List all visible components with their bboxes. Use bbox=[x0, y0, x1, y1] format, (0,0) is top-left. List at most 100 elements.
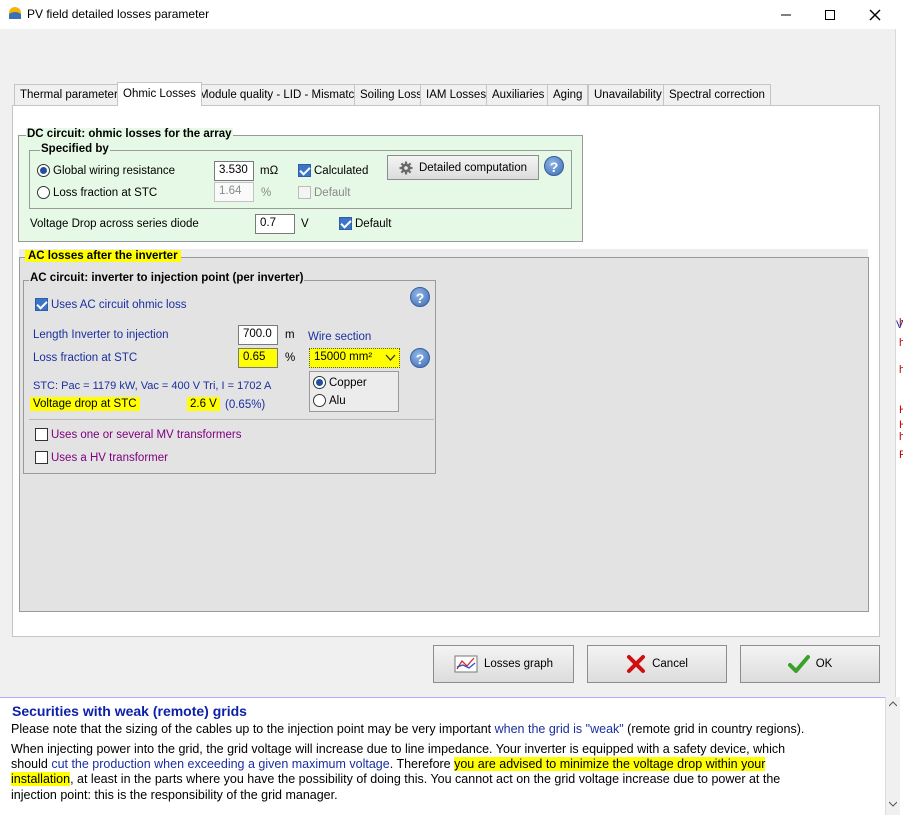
strip-text: H bbox=[899, 404, 903, 416]
wire-section-select[interactable]: 15000 mm² bbox=[309, 348, 400, 368]
detailed-computation-label: Detailed computation bbox=[418, 161, 528, 174]
info-paragraph-1: Please note that the sizing of the cable… bbox=[11, 722, 804, 737]
voltage-drop-percent: (0.65%) bbox=[225, 399, 266, 411]
info-paragraph-2-line-2: should cut the production when exceeding… bbox=[11, 757, 766, 772]
losses-graph-button[interactable]: Losses graph bbox=[433, 645, 574, 683]
info-text: . Therefore bbox=[389, 757, 455, 771]
scroll-up-icon bbox=[889, 701, 897, 707]
voltage-drop-label: Voltage drop at STC bbox=[30, 397, 140, 411]
strip-text: h bbox=[899, 337, 903, 349]
losses-graph-label: Losses graph bbox=[483, 658, 554, 670]
gear-icon bbox=[399, 161, 413, 174]
ac-loss-fraction-unit: % bbox=[285, 352, 296, 364]
tab-spectral-correction[interactable]: Spectral correction bbox=[663, 84, 771, 105]
info-text: Please note that the sizing of the cable… bbox=[11, 722, 495, 736]
wire-section-label: Wire section bbox=[308, 331, 372, 343]
help-icon[interactable]: ? bbox=[410, 287, 430, 307]
close-button[interactable] bbox=[852, 0, 898, 29]
copper-radio[interactable] bbox=[313, 376, 326, 389]
diode-label: Voltage Drop across series diode bbox=[30, 218, 199, 230]
wire-section-value: 15000 mm² bbox=[314, 351, 373, 363]
info-text: should bbox=[11, 757, 52, 771]
length-field[interactable]: 700.0 bbox=[238, 325, 278, 345]
chart-icon bbox=[454, 655, 478, 673]
length-unit: m bbox=[285, 329, 295, 341]
info-highlight-text: you are advised to minimize the voltage … bbox=[454, 757, 766, 771]
loss-fraction-radio[interactable] bbox=[37, 186, 50, 199]
strip-text: H bbox=[899, 419, 903, 431]
default-label: Default bbox=[314, 187, 351, 199]
calculated-checkbox[interactable] bbox=[298, 164, 311, 177]
info-text: , at least in the parts where you have t… bbox=[70, 772, 781, 786]
info-link-text: when the grid is "weak" bbox=[494, 722, 624, 736]
uses-ac-label: Uses AC circuit ohmic loss bbox=[51, 299, 187, 311]
alu-label: Alu bbox=[329, 395, 346, 407]
tab-soiling-loss[interactable]: Soiling Loss bbox=[354, 84, 429, 105]
help-icon[interactable]: ? bbox=[544, 156, 564, 176]
info-highlight-text: installation bbox=[11, 772, 71, 786]
dc-group-title: DC circuit: ohmic losses for the array bbox=[26, 128, 233, 140]
tab-thermal-parameter[interactable]: Thermal parameter bbox=[14, 84, 124, 105]
default-checkbox[interactable] bbox=[298, 186, 311, 199]
stc-summary: STC: Pac = 1179 kW, Vac = 400 V Tri, I =… bbox=[33, 380, 272, 392]
strip-text: V bbox=[896, 319, 903, 331]
window-title: PV field detailed losses parameter bbox=[27, 7, 210, 21]
global-wiring-field[interactable]: 3.530 bbox=[214, 161, 254, 181]
calculated-label: Calculated bbox=[314, 165, 369, 177]
info-link-text: cut the production when exceeding a give… bbox=[51, 757, 390, 771]
close-icon bbox=[869, 9, 881, 20]
voltage-drop-value: 2.6 V bbox=[187, 397, 220, 411]
global-wiring-radio[interactable] bbox=[37, 164, 50, 177]
tab-unavailability[interactable]: Unavailability bbox=[588, 84, 668, 105]
info-text: (remote grid in country regions). bbox=[623, 722, 805, 736]
ac-loss-fraction-label: Loss fraction at STC bbox=[33, 352, 138, 364]
tab-module-quality[interactable]: Module quality - LID - Mismatch bbox=[193, 84, 367, 105]
mv-transformer-checkbox[interactable] bbox=[35, 428, 48, 441]
diode-default-label: Default bbox=[355, 218, 392, 230]
loss-fraction-label: Loss fraction at STC bbox=[53, 187, 158, 199]
strip-text: h bbox=[899, 364, 903, 376]
chevron-down-icon bbox=[385, 354, 396, 361]
uses-ac-checkbox[interactable] bbox=[35, 298, 48, 311]
strip-text: F bbox=[899, 449, 903, 461]
title-bar: PV field detailed losses parameter bbox=[0, 0, 903, 29]
info-paragraph-2-line-3: installation, at least in the parts wher… bbox=[11, 772, 780, 787]
ac-loss-fraction-field[interactable]: 0.65 bbox=[238, 348, 278, 368]
info-title: Securities with weak (remote) grids bbox=[12, 703, 247, 719]
alu-radio[interactable] bbox=[313, 394, 326, 407]
info-paragraph-2-line-1: When injecting power into the grid, the … bbox=[11, 742, 786, 756]
maximize-button[interactable] bbox=[807, 0, 853, 29]
global-wiring-unit: mΩ bbox=[260, 165, 279, 177]
specified-by-title: Specified by bbox=[40, 143, 110, 155]
hv-transformer-checkbox[interactable] bbox=[35, 451, 48, 464]
app-icon bbox=[8, 6, 22, 20]
ac-group-title: AC losses after the inverter bbox=[25, 250, 181, 262]
loss-fraction-unit: % bbox=[261, 187, 272, 199]
global-wiring-label: Global wiring resistance bbox=[53, 165, 176, 177]
cancel-label: Cancel bbox=[652, 658, 688, 670]
tab-ohmic-losses[interactable]: Ohmic Losses bbox=[117, 82, 202, 106]
info-paragraph-2-line-4: injection point: this is the responsibil… bbox=[11, 788, 338, 802]
cancel-button[interactable]: Cancel bbox=[587, 645, 727, 683]
hv-transformer-label: Uses a HV transformer bbox=[51, 452, 168, 464]
ac-circuit-title: AC circuit: inverter to injection point … bbox=[29, 272, 305, 284]
length-label: Length Inverter to injection bbox=[33, 329, 169, 341]
tab-auxiliaries[interactable]: Auxiliaries bbox=[486, 84, 551, 105]
info-scrollbar[interactable] bbox=[885, 697, 900, 815]
diode-default-checkbox[interactable] bbox=[339, 217, 352, 230]
cancel-x-icon bbox=[627, 655, 646, 673]
tab-iam-losses[interactable]: IAM Losses bbox=[420, 84, 493, 105]
strip-text: h bbox=[899, 431, 903, 443]
minimize-button[interactable] bbox=[763, 0, 809, 29]
scroll-down-icon bbox=[889, 801, 897, 807]
mv-transformer-label: Uses one or several MV transformers bbox=[51, 429, 242, 441]
diode-field[interactable]: 0.7 bbox=[255, 214, 295, 234]
ok-button[interactable]: OK bbox=[740, 645, 880, 683]
checkmark-icon bbox=[787, 655, 810, 673]
help-icon[interactable]: ? bbox=[410, 348, 430, 368]
loss-fraction-field[interactable]: 1.64 bbox=[214, 182, 254, 202]
copper-label: Copper bbox=[329, 377, 367, 389]
ok-label: OK bbox=[815, 658, 833, 670]
detailed-computation-button[interactable]: Detailed computation bbox=[387, 155, 539, 180]
tab-aging[interactable]: Aging bbox=[547, 84, 589, 105]
